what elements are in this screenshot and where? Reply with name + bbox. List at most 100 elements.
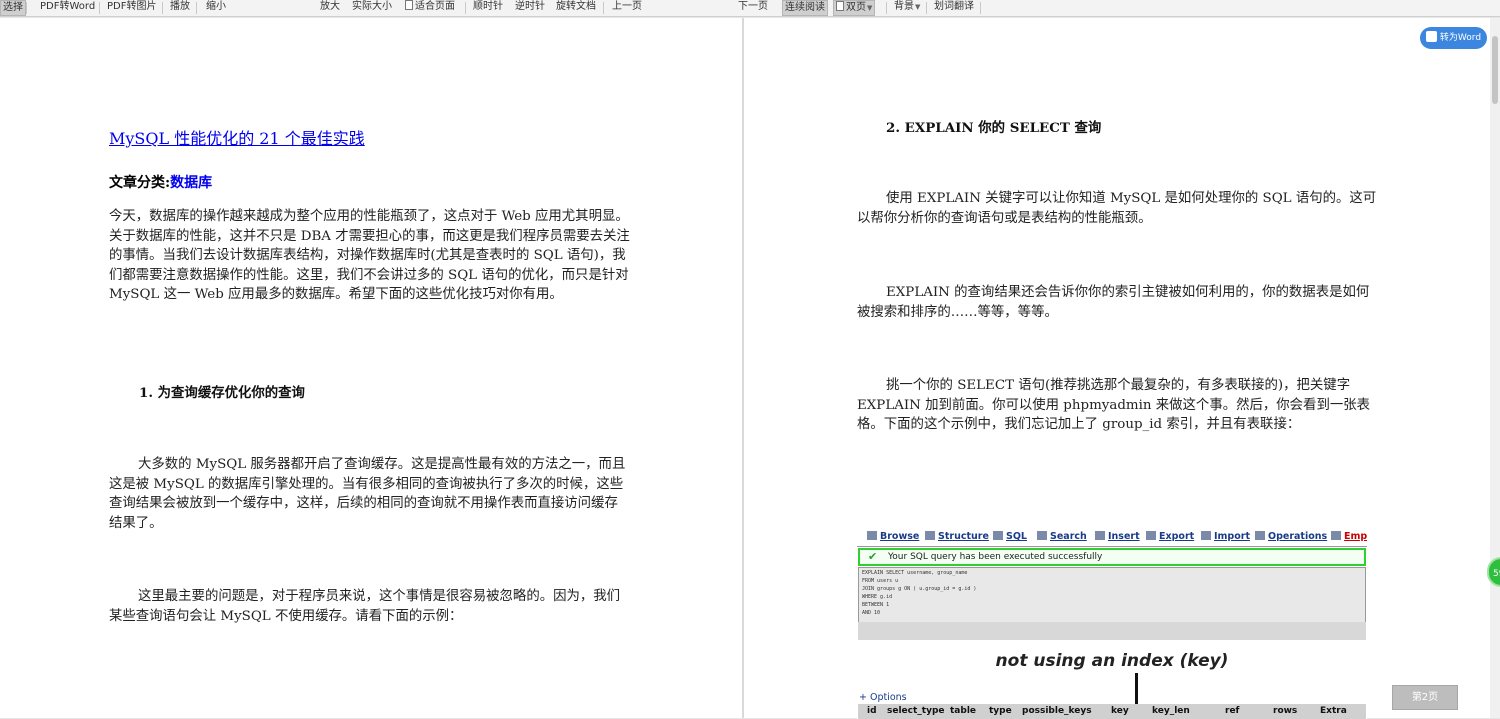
- structure-icon: [925, 531, 935, 540]
- paragraph-explain-intro: 使用 EXPLAIN 关键字可以让你知道 MySQL 是如何处理你的 SQL 语…: [857, 191, 1377, 226]
- paragraph-explain-example: 挑一个你的 SELECT 语句(推荐挑选那个最复杂的，有多表联接的)，把关键字 …: [857, 378, 1371, 432]
- fit-page-button[interactable]: 适合页面: [403, 0, 457, 16]
- pma-success-text: Your SQL query has been executed success…: [888, 552, 1103, 562]
- category-label: 文章分类:: [109, 175, 171, 191]
- pma-tab-label: Structure: [938, 531, 989, 542]
- continuous-reading-button[interactable]: 连续阅读: [782, 0, 828, 16]
- page-icon: [405, 0, 413, 10]
- word-icon: [1425, 31, 1437, 42]
- pma-tab-structure: Structure: [925, 531, 989, 546]
- pma-annotation: not using an index (key): [995, 651, 1229, 671]
- sql-line: WHERE g.id: [862, 594, 893, 600]
- convert-to-word-button[interactable]: 转为Word: [1420, 27, 1487, 49]
- rotate-doc-button[interactable]: 旋转文档: [554, 0, 598, 16]
- vertical-scrollbar[interactable]: [1490, 18, 1500, 718]
- pma-column-header: select_type: [887, 706, 945, 716]
- fit-page-label: 适合页面: [415, 1, 455, 12]
- section-heading-2: 2. EXPLAIN 你的 SELECT 查询: [886, 120, 1102, 136]
- background-button[interactable]: 背景▼: [892, 0, 922, 16]
- pma-tab-empty: Emp: [1331, 531, 1367, 546]
- next-page-button[interactable]: 下一页: [736, 0, 770, 16]
- toolbar-divider: [886, 2, 887, 14]
- document-page-left: MySQL 性能优化的 21 个最佳实践 文章分类:数据库 今天，数据库的操作越…: [0, 18, 742, 718]
- pma-column-header: rows: [1273, 706, 1298, 716]
- operations-icon: [1255, 531, 1265, 540]
- document-title-link[interactable]: MySQL 性能优化的 21 个最佳实践: [109, 125, 365, 149]
- toolbar-divider: [926, 2, 927, 14]
- pma-tab-label: Search: [1050, 531, 1087, 542]
- check-icon: ✔: [868, 550, 878, 563]
- category-link[interactable]: 数据库: [170, 175, 212, 191]
- translate-button[interactable]: 划词翻译: [932, 0, 976, 16]
- pma-tab-bar: Browse Structure SQL Search Insert Expor…: [857, 529, 1367, 547]
- select-button[interactable]: 选择: [0, 0, 26, 16]
- pma-result-header: id select_type table type possible_keys …: [858, 704, 1366, 719]
- sql-line: BETWEEN 1: [862, 602, 890, 608]
- empty-icon: [1331, 531, 1341, 540]
- pdf-to-word-button[interactable]: PDF转Word: [38, 0, 97, 16]
- zoom-out-button[interactable]: 缩小: [204, 0, 228, 16]
- pma-tab-label: Emp: [1344, 531, 1367, 542]
- toolbar-divider: [26, 2, 27, 14]
- sql-line: FROM users u: [862, 578, 899, 584]
- pma-column-header: key_len: [1152, 706, 1190, 716]
- double-page-button[interactable]: 双页▼: [833, 0, 876, 16]
- intro-paragraph: 今天，数据库的操作越来越成为整个应用的性能瓶颈了，这点对于 Web 应用尤其明显…: [109, 209, 630, 302]
- pma-options-link: + Options: [859, 692, 907, 703]
- toolbar-divider: [465, 2, 466, 14]
- pma-sql-footer: [858, 622, 1366, 640]
- toolbar-divider: [980, 2, 981, 14]
- rotate-cw-button[interactable]: 顺时针: [471, 0, 505, 16]
- zoom-in-button[interactable]: 放大: [318, 0, 342, 16]
- export-icon: [1146, 531, 1156, 540]
- page-number-indicator[interactable]: 第2页: [1392, 685, 1458, 710]
- pma-tab-label: SQL: [1006, 531, 1027, 542]
- prev-page-button[interactable]: 上一页: [610, 0, 644, 16]
- pma-column-header: id: [867, 706, 877, 716]
- rotate-ccw-button[interactable]: 逆时针: [513, 0, 547, 16]
- pma-column-header: possible_keys: [1022, 706, 1092, 716]
- chevron-down-icon: ▼: [867, 4, 873, 12]
- convert-to-word-label: 转为Word: [1439, 33, 1482, 43]
- pma-tab-label: Operations: [1268, 531, 1328, 542]
- double-page-icon: [836, 1, 844, 11]
- actual-size-button[interactable]: 实际大小: [350, 0, 394, 16]
- toolbar: 选择 PDF转Word PDF转图片 播放 缩小 放大 实际大小 适合页面 顺时…: [0, 0, 1500, 17]
- search-icon: [1037, 531, 1047, 540]
- play-button[interactable]: 播放: [168, 0, 192, 16]
- pma-tab-import: Import: [1201, 531, 1250, 546]
- scrollbar-thumb[interactable]: [1492, 36, 1498, 104]
- sql-line: JOIN groups g ON ( u.group_id = g.id ): [862, 586, 977, 592]
- double-page-label: 双页: [846, 2, 866, 13]
- pma-tab-export: Export: [1146, 531, 1194, 546]
- pma-column-header: type: [989, 706, 1012, 716]
- paragraph-explain-result: EXPLAIN 的查询结果还会告诉你你的索引主键被如何利用的，你的数据表是如何被…: [857, 285, 1370, 320]
- section-heading-1: 1. 为查询缓存优化你的查询: [139, 385, 305, 401]
- toolbar-divider: [99, 2, 100, 14]
- chevron-down-icon: ▼: [915, 3, 921, 11]
- toolbar-divider: [162, 2, 163, 14]
- toolbar-divider: [603, 2, 604, 14]
- toolbar-divider: [196, 2, 197, 14]
- pma-column-header: table: [950, 706, 977, 716]
- pdf-to-image-button[interactable]: PDF转图片: [105, 0, 158, 16]
- pma-tab-insert: Insert: [1095, 531, 1140, 546]
- pma-column-header: Extra: [1320, 706, 1347, 716]
- pma-tab-browse: Browse: [867, 531, 919, 546]
- sql-line: EXPLAIN SELECT username, group_name: [862, 570, 968, 576]
- pma-tab-label: Insert: [1108, 531, 1140, 542]
- pma-tab-sql: SQL: [993, 531, 1027, 546]
- insert-icon: [1095, 531, 1105, 540]
- sql-icon: [993, 531, 1003, 540]
- pma-column-header: ref: [1225, 706, 1240, 716]
- background-label: 背景: [894, 1, 914, 12]
- phpmyadmin-screenshot: Browse Structure SQL Search Insert Expor…: [857, 529, 1367, 719]
- pma-success-message: ✔ Your SQL query has been executed succe…: [858, 548, 1366, 566]
- import-icon: [1201, 531, 1211, 540]
- pma-tab-label: Browse: [880, 531, 920, 542]
- pma-tab-operations: Operations: [1255, 531, 1327, 546]
- sql-line: AND 10: [862, 610, 881, 616]
- category-line: 文章分类:数据库: [109, 172, 212, 192]
- pma-tab-label: Export: [1159, 531, 1195, 542]
- pma-column-header: key: [1111, 706, 1129, 716]
